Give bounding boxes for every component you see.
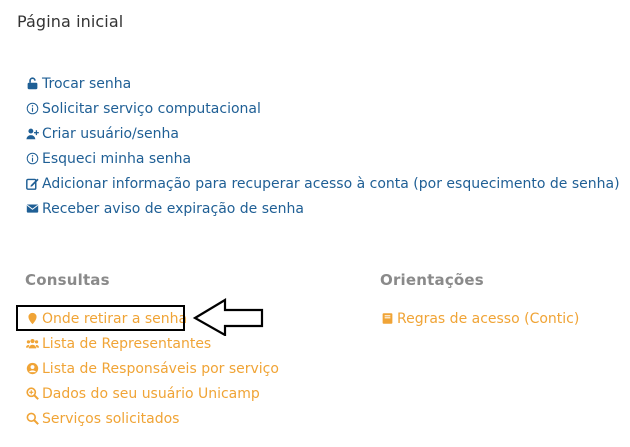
consulta-label[interactable]: Lista de Representantes	[42, 336, 211, 352]
book-icon	[380, 312, 394, 326]
search-icon	[25, 412, 39, 426]
link-trocar-senha[interactable]: Trocar senha	[25, 71, 620, 96]
link-solicitar-servico[interactable]: Solicitar serviço computacional	[25, 96, 620, 121]
link-label[interactable]: Receber aviso de expiração de senha	[42, 201, 304, 217]
link-label[interactable]: Trocar senha	[42, 76, 131, 92]
consulta-label[interactable]: Serviços solicitados	[42, 411, 179, 427]
orientacao-label[interactable]: Regras de acesso (Contic)	[397, 311, 579, 327]
search-plus-icon	[25, 387, 39, 401]
consulta-label[interactable]: Lista de Responsáveis por serviço	[42, 361, 279, 377]
main-links-list: Trocar senha Solicitar serviço computaci…	[25, 71, 620, 221]
envelope-icon	[25, 202, 39, 216]
link-esqueci-senha[interactable]: Esqueci minha senha	[25, 146, 620, 171]
link-label[interactable]: Adicionar informação para recuperar aces…	[42, 176, 620, 192]
user-circle-icon	[25, 362, 39, 376]
link-label[interactable]: Esqueci minha senha	[42, 151, 191, 167]
consulta-dados-usuario[interactable]: Dados do seu usuário Unicamp	[25, 381, 279, 406]
highlight-box	[16, 305, 185, 331]
orientacoes-heading: Orientações	[380, 271, 484, 289]
consulta-servicos-solicitados[interactable]: Serviços solicitados	[25, 406, 279, 431]
users-icon	[25, 337, 39, 351]
consulta-lista-responsaveis[interactable]: Lista de Responsáveis por serviço	[25, 356, 279, 381]
orientacoes-list: Regras de acesso (Contic)	[380, 306, 579, 331]
link-adicionar-informacao[interactable]: Adicionar informação para recuperar aces…	[25, 171, 620, 196]
orientacao-regras-acesso[interactable]: Regras de acesso (Contic)	[380, 306, 579, 331]
user-plus-icon	[25, 127, 39, 141]
consulta-label[interactable]: Dados do seu usuário Unicamp	[42, 386, 260, 402]
pointer-arrow-icon	[192, 298, 264, 336]
link-criar-usuario[interactable]: Criar usuário/senha	[25, 121, 620, 146]
info-circle-icon	[25, 152, 39, 166]
page-title: Página inicial	[17, 12, 124, 31]
link-receber-aviso[interactable]: Receber aviso de expiração de senha	[25, 196, 620, 221]
edit-icon	[25, 177, 39, 191]
unlock-icon	[25, 77, 39, 91]
info-circle-icon	[25, 102, 39, 116]
link-label[interactable]: Criar usuário/senha	[42, 126, 179, 142]
link-label[interactable]: Solicitar serviço computacional	[42, 101, 261, 117]
consultas-heading: Consultas	[25, 271, 110, 289]
